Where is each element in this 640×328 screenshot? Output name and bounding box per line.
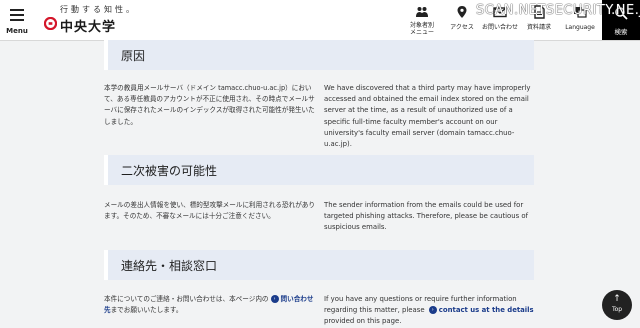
back-to-top-button[interactable]: ↑ Top — [602, 290, 632, 320]
section-body-jp: メールの差出人情報を使い、標的型攻撃メールに利用される恐れがあります。そのため、… — [104, 201, 315, 221]
location-pin-icon — [457, 6, 467, 18]
contact-link-en[interactable]: contact us at the details — [439, 306, 534, 314]
section-title: 二次被害の可能性 — [121, 164, 218, 178]
nav-label: Language — [565, 24, 595, 31]
section-body-en: We have discovered that a third party ma… — [324, 84, 531, 149]
arrow-up-icon: ↑ — [613, 294, 621, 304]
section-title: 原因 — [121, 49, 146, 63]
people-icon — [416, 7, 428, 17]
body-text: までお願いいたします。 — [110, 306, 183, 315]
body-text: provided on this page. — [324, 317, 402, 326]
section-body-jp: 本学の教員用メールサーバ（ドメイン tamacc.chuo-u.ac.jp）にお… — [104, 84, 315, 126]
section-heading-secondary-damage: 二次被害の可能性 — [104, 155, 534, 185]
section-heading-contact: 連絡先・相談窓口 — [104, 250, 534, 280]
section-body-en: If you have any questions or require fur… — [324, 294, 538, 328]
search-label: 検索 — [614, 28, 628, 36]
university-name: 中央大学 — [60, 20, 117, 35]
hamburger-icon — [10, 9, 24, 24]
nav-label: 対象者別 メニュー — [409, 22, 434, 36]
link-arrow-icon: › — [270, 295, 279, 303]
logo-mark-icon — [44, 17, 57, 30]
heading-accent — [104, 155, 108, 185]
watermark: SCAN.NETSECURITY.NE.JP — [476, 3, 640, 18]
nav-label: お問い合わせ — [481, 24, 518, 31]
section-heading-cause: 原因 — [104, 40, 534, 70]
section-body-jp: 本件についてのご連絡・お問い合わせは、本ページ内の › 問い合わせ先までお願いいたし… — [104, 294, 316, 316]
heading-accent — [104, 250, 108, 280]
link-arrow-icon: › — [428, 306, 437, 315]
body-text: 本件についてのご連絡・お問い合わせは、本ページ内の — [104, 295, 269, 303]
section-title: 連絡先・相談窓口 — [121, 259, 218, 273]
menu-label: Menu — [6, 27, 28, 35]
top-label: Top — [611, 306, 623, 313]
tagline: 行動する知性。 — [60, 5, 137, 14]
site-header: Menu 行動する知性。 中央大学 対象者別 メニュー アクセス お問い合わせ — [0, 0, 640, 41]
nav-label: 資料請求 — [526, 24, 551, 31]
nav-access[interactable]: アクセス — [448, 0, 476, 40]
heading-accent — [104, 40, 108, 70]
menu-button[interactable]: Menu — [0, 0, 34, 40]
nav-label: アクセス — [450, 24, 474, 31]
section-body-en: The sender information from the emails c… — [324, 201, 529, 232]
nav-audience-menu[interactable]: 対象者別 メニュー — [405, 0, 439, 40]
university-logo[interactable]: 行動する知性。 中央大学 — [44, 4, 134, 36]
